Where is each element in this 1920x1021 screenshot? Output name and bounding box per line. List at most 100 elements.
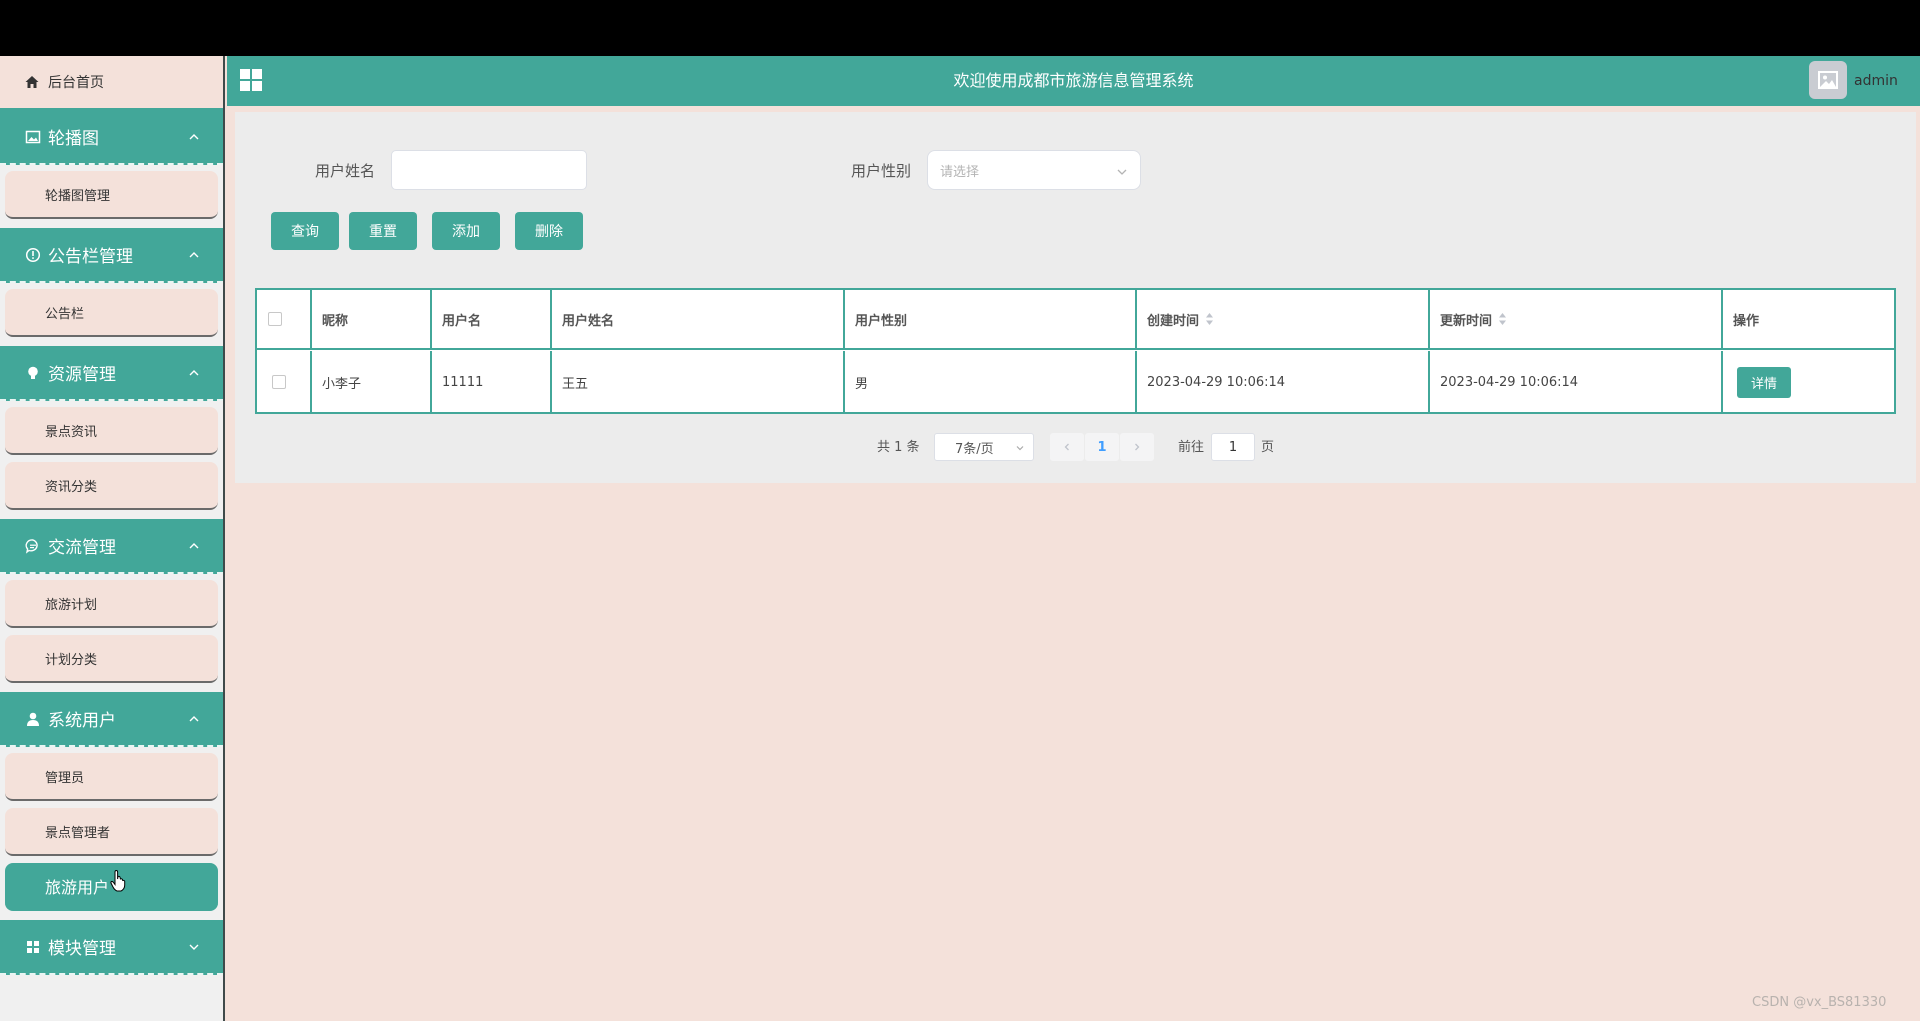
column-header-label: 更新时间 xyxy=(1440,313,1493,329)
sidebar-group-resource[interactable]: 资源管理 xyxy=(0,346,223,401)
table-header-row: 昵称 用户名 用户姓名 用户性别 创建时间 更新时间 操作 xyxy=(257,290,1894,350)
avatar[interactable] xyxy=(1809,61,1847,99)
row-checkbox[interactable] xyxy=(272,375,286,389)
column-header-sortable[interactable]: 更新时间 xyxy=(1430,290,1723,348)
page-number-button[interactable]: 1 xyxy=(1085,433,1119,461)
chevron-up-icon xyxy=(189,543,199,549)
name-input[interactable] xyxy=(391,150,587,190)
sidebar-group-carousel[interactable]: 轮播图 xyxy=(0,110,223,165)
table-cell: 男 xyxy=(845,351,1137,413)
action-cell: 详情 xyxy=(1723,351,1894,413)
sidebar-group-label: 交流管理 xyxy=(48,538,116,558)
delete-button[interactable]: 删除 xyxy=(515,212,583,250)
chevron-down-icon xyxy=(189,944,199,950)
sidebar-group-label: 模块管理 xyxy=(48,939,116,959)
column-header-label: 创建时间 xyxy=(1147,313,1200,329)
table-cell: 王五 xyxy=(552,351,845,413)
gender-select-placeholder: 请选择 xyxy=(940,164,980,180)
sidebar-item-admin[interactable]: 管理员 xyxy=(5,753,218,801)
chevron-up-icon xyxy=(189,716,199,722)
column-header: 操作 xyxy=(1733,313,1760,329)
info-icon xyxy=(24,246,42,264)
chevron-up-icon xyxy=(189,252,199,258)
sidebar-group-system-users[interactable]: 系统用户 xyxy=(0,692,223,747)
sidebar-group-label: 系统用户 xyxy=(48,711,116,731)
prev-page-button[interactable] xyxy=(1050,433,1084,461)
user-icon xyxy=(24,710,42,728)
sidebar-item-plan-category[interactable]: 计划分类 xyxy=(5,635,218,683)
sidebar-group-label: 公告栏管理 xyxy=(48,247,133,267)
pagination-total: 共 1 条 xyxy=(877,440,920,455)
page-size-value: 7条/页 xyxy=(955,441,994,457)
select-all-cell xyxy=(257,290,312,348)
column-header: 用户名 xyxy=(432,290,552,348)
home-icon xyxy=(24,74,40,90)
grid-icon xyxy=(24,938,42,956)
chevron-right-icon xyxy=(1135,443,1140,451)
table-row: 小李子 11111 王五 男 2023-04-29 10:06:14 2023-… xyxy=(257,351,1894,413)
sidebar-item-label: 资讯分类 xyxy=(45,479,98,495)
sidebar-item-label: 旅游计划 xyxy=(45,597,98,613)
screen-top-bar xyxy=(0,0,1920,56)
chevron-up-icon xyxy=(189,370,199,376)
sidebar-item-news-category[interactable]: 资讯分类 xyxy=(5,462,218,510)
sidebar-group-modules[interactable]: 模块管理 xyxy=(0,920,223,975)
sidebar-item-home[interactable]: 后台首页 xyxy=(0,56,223,110)
sidebar-item-label: 公告栏 xyxy=(45,306,85,322)
username[interactable]: admin xyxy=(1854,56,1898,106)
page-title: 欢迎使用成都市旅游信息管理系统 xyxy=(953,71,1194,90)
query-button[interactable]: 查询 xyxy=(271,212,339,250)
sidebar-item-travel-plan[interactable]: 旅游计划 xyxy=(5,580,218,628)
sidebar-item-label: 旅游用户 xyxy=(45,878,110,897)
top-header: 欢迎使用成都市旅游信息管理系统 admin xyxy=(227,56,1920,106)
sidebar-item-scenic-news[interactable]: 景点资讯 xyxy=(5,407,218,455)
sidebar-item-label: 景点资讯 xyxy=(45,424,98,440)
sidebar-item-label: 后台首页 xyxy=(48,75,104,91)
table-cell: 2023-04-29 10:06:14 xyxy=(1430,351,1723,413)
column-header: 用户姓名 xyxy=(552,290,845,348)
goto-label: 前往 xyxy=(1178,440,1205,455)
reset-button[interactable]: 重置 xyxy=(349,212,417,250)
sidebar-item-label: 管理员 xyxy=(45,770,85,786)
sidebar-item-label: 轮播图管理 xyxy=(45,188,111,204)
gender-select[interactable]: 请选择 xyxy=(927,150,1141,190)
name-label: 用户姓名 xyxy=(315,162,376,180)
chevron-down-icon xyxy=(1016,446,1024,451)
sidebar-item-label: 景点管理者 xyxy=(45,825,111,841)
detail-button[interactable]: 详情 xyxy=(1737,366,1791,398)
chat-icon xyxy=(24,537,42,555)
add-button[interactable]: 添加 xyxy=(432,212,500,250)
sidebar-group-exchange[interactable]: 交流管理 xyxy=(0,519,223,574)
chevron-left-icon xyxy=(1064,443,1069,451)
sort-icon[interactable] xyxy=(1498,312,1507,326)
column-header: 昵称 xyxy=(312,290,432,348)
sidebar-item-label: 计划分类 xyxy=(45,652,98,668)
picture-icon xyxy=(24,128,42,146)
sidebar-item-carousel-manage[interactable]: 轮播图管理 xyxy=(5,171,218,219)
sidebar-group-label: 轮播图 xyxy=(48,129,99,149)
table-cell: 11111 xyxy=(432,351,552,413)
table-cell: 2023-04-29 10:06:14 xyxy=(1137,351,1430,413)
sort-icon[interactable] xyxy=(1205,312,1214,326)
sidebar-group-label: 资源管理 xyxy=(48,365,116,385)
row-select-cell xyxy=(257,351,312,413)
next-page-button[interactable] xyxy=(1120,433,1154,461)
column-header-sortable[interactable]: 创建时间 xyxy=(1137,290,1430,348)
chevron-down-icon xyxy=(1117,169,1127,175)
sidebar-item-notice[interactable]: 公告栏 xyxy=(5,289,218,337)
watermark: CSDN @vx_BS81330 xyxy=(1752,995,1887,1010)
goto-page-input[interactable]: 1 xyxy=(1211,433,1255,461)
image-placeholder-icon xyxy=(1818,71,1838,89)
hand-pointer-icon xyxy=(110,870,126,892)
page-suffix-label: 页 xyxy=(1261,440,1275,455)
bulb-icon xyxy=(24,364,42,382)
page-size-select[interactable]: 7条/页 xyxy=(934,433,1034,461)
data-table: 昵称 用户名 用户姓名 用户性别 创建时间 更新时间 操作 小李子 11111 … xyxy=(255,288,1896,414)
gender-label: 用户性别 xyxy=(851,162,912,180)
sidebar-item-scenic-manager[interactable]: 景点管理者 xyxy=(5,808,218,856)
select-all-checkbox[interactable] xyxy=(268,312,282,326)
sidebar-group-notice[interactable]: 公告栏管理 xyxy=(0,228,223,283)
chevron-up-icon xyxy=(189,134,199,140)
column-header: 用户性别 xyxy=(845,290,1137,348)
table-cell: 小李子 xyxy=(312,351,432,413)
